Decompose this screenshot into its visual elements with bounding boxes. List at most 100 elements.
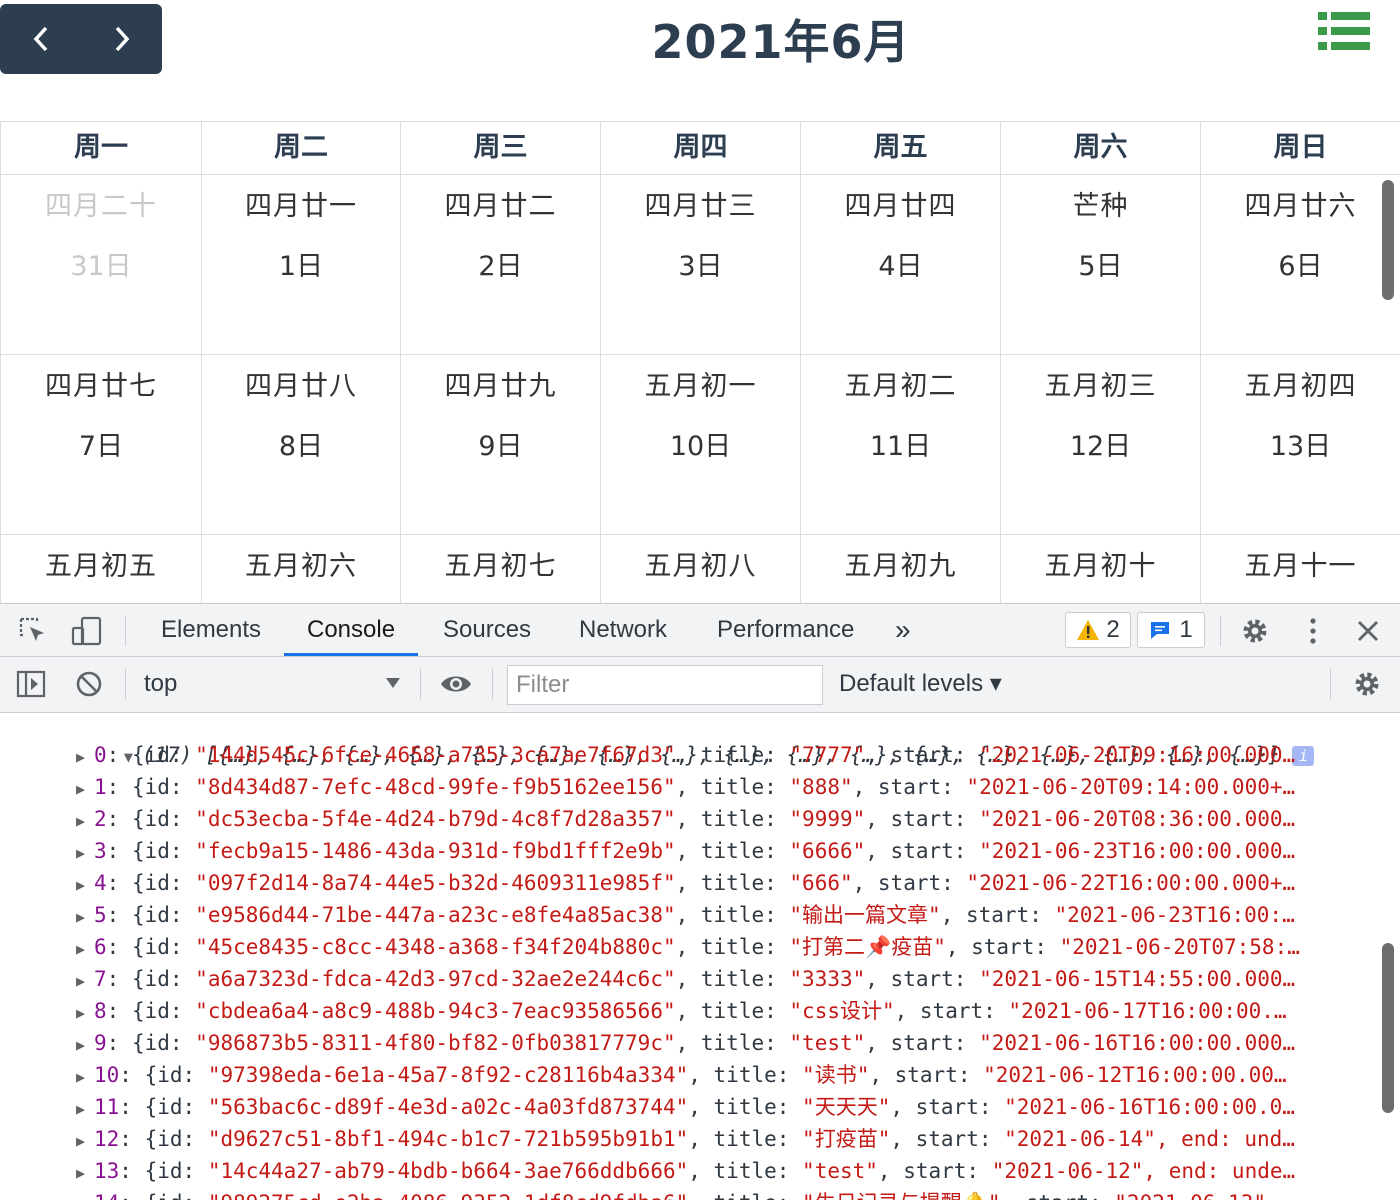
day-cell[interactable]: 五月初二 11日: [800, 355, 1000, 535]
expand-arrow-icon[interactable]: ▶: [76, 869, 94, 899]
entry-title: "7777": [789, 743, 866, 767]
week-row: 四月廿七 7日 四月廿八 8日 四月廿九 9日 五月初一 10日 五月初二 11日 五月初三 12日五…: [0, 355, 1400, 535]
list-view-icon[interactable]: [1318, 12, 1370, 50]
array-entry[interactable]: ▶ 12: {id: "d9627c51-8bf1-494c-b1c7-721b5…: [76, 1123, 1295, 1155]
expand-arrow-icon[interactable]: ▶: [76, 997, 94, 1027]
entry-title: "test": [789, 1031, 866, 1055]
expand-arrow-icon[interactable]: ▶: [76, 805, 94, 835]
day-cell[interactable]: 四月廿六 6日: [1200, 175, 1400, 355]
array-entry[interactable]: ▶ 9: {id: "986873b5-8311-4f80-bf82-0fb038…: [76, 1027, 1295, 1059]
day-cell[interactable]: 芒种 5日: [1000, 175, 1200, 355]
warnings-badge[interactable]: 2: [1065, 612, 1131, 648]
array-entry[interactable]: ▶ 3: {id: "fecb9a15-1486-43da-931d-f9bd1f…: [76, 835, 1295, 867]
entry-id: "dc53ecba-5f4e-4d24-b79d-4c8f7d28a357": [195, 807, 676, 831]
expand-arrow-icon[interactable]: ▶: [76, 1029, 94, 1059]
array-entry[interactable]: ▶ 4: {id: "097f2d14-8a74-44e5-b32d-460931…: [76, 867, 1295, 899]
entry-start: "2021-06-23T16:00:…: [1054, 903, 1295, 927]
lunar-date: 五月十一: [1244, 551, 1357, 582]
calendar-scrollbar[interactable]: [1382, 180, 1394, 300]
day-cell[interactable]: 四月廿一 1日: [201, 175, 400, 355]
eye-icon[interactable]: [439, 672, 473, 696]
day-cell[interactable]: 四月廿二 2日: [400, 175, 600, 355]
punctuation: : {: [119, 1095, 158, 1119]
messages-badge[interactable]: 1: [1137, 612, 1205, 648]
entry-index: 6: [94, 935, 107, 959]
key-label: , title:: [688, 1127, 803, 1151]
expand-arrow-icon[interactable]: ▶: [76, 933, 94, 963]
array-entry[interactable]: ▶14: {id: "989275cd-e2ba-4086-9352-1df8c…: [76, 1187, 1266, 1200]
entry-title: "生日记录与提醒🔔": [802, 1191, 1000, 1200]
day-cell[interactable]: 五月初一 10日: [600, 355, 800, 535]
console-scrollbar[interactable]: [1382, 943, 1394, 1113]
expand-arrow-icon[interactable]: ▶: [76, 773, 94, 803]
array-entry[interactable]: ▶ 8: {id: "cbdea6a4-a8c9-488b-94c3-7eac93…: [76, 995, 1287, 1027]
tab-performance[interactable]: Performance: [717, 604, 854, 656]
weekday-header: 周四: [600, 121, 800, 175]
weekday-header: 周五: [800, 121, 1000, 175]
day-cell[interactable]: 四月廿九 9日: [400, 355, 600, 535]
array-entry[interactable]: ▶ 0: {id: "144d545c-6fce-4658-a735-3ca7ae…: [76, 739, 1295, 771]
key-label: , title:: [688, 1191, 802, 1200]
day-cell[interactable]: 四月廿四 4日: [800, 175, 1000, 355]
expand-arrow-icon[interactable]: ▶: [76, 837, 94, 867]
array-entry[interactable]: ▶ 1: {id: "8d434d87-7efc-48cd-99fe-f9b516…: [76, 771, 1295, 803]
entry-tail: , start:: [894, 999, 1009, 1023]
lunar-date: 四月二十: [45, 191, 157, 222]
expand-arrow-icon[interactable]: ▶: [76, 1125, 94, 1155]
info-icon[interactable]: i: [1292, 746, 1315, 766]
close-icon[interactable]: [1356, 619, 1380, 643]
tab-elements[interactable]: Elements: [161, 604, 261, 656]
expand-arrow-icon[interactable]: ▶: [76, 741, 94, 771]
day-cell[interactable]: 五月初三 12日: [1000, 355, 1200, 535]
expand-arrow-icon[interactable]: ▶: [76, 965, 94, 995]
tab-sources[interactable]: Sources: [443, 604, 531, 656]
key-label: id:: [157, 1095, 208, 1119]
array-entry[interactable]: ▶ 11: {id: "563bac6c-d89f-4e3d-a02c-4a03f…: [76, 1091, 1295, 1123]
lunar-date: 四月廿九: [444, 371, 557, 402]
context-value: top: [144, 670, 178, 697]
array-entry[interactable]: ▶ 10: {id: "97398eda-6e1a-45a7-8f92-c2811…: [76, 1059, 1287, 1091]
devtools-tabbar: Elements Console Sources Network Performance…: [0, 603, 1400, 657]
punctuation: : {: [106, 871, 145, 895]
day-cell[interactable]: 四月二十 31日: [0, 175, 201, 355]
entry-start: "2021-06-20T09:14:00.000+…: [966, 775, 1296, 799]
weekday-header: 周日: [1200, 121, 1400, 175]
expand-arrow-icon[interactable]: ▶: [76, 1061, 94, 1091]
settings-gear-icon[interactable]: [1240, 616, 1270, 646]
filter-input[interactable]: [507, 665, 823, 705]
day-cell[interactable]: 四月廿七 7日: [0, 355, 201, 535]
lunar-date: 四月廿一: [245, 191, 357, 222]
array-entry[interactable]: ▶ 7: {id: "a6a7323d-fdca-42d3-97cd-32ae2e…: [76, 963, 1295, 995]
day-cell[interactable]: 四月廿八 8日: [201, 355, 400, 535]
sidebar-toggle-icon[interactable]: [16, 670, 46, 698]
array-entry[interactable]: ▶ 2: {id: "dc53ecba-5f4e-4d24-b79d-4c8f7d…: [76, 803, 1295, 835]
expand-arrow-icon[interactable]: ▶: [76, 901, 94, 931]
context-selector[interactable]: top: [130, 657, 405, 711]
log-levels-dropdown[interactable]: Default levels ▾: [839, 657, 1002, 711]
lunar-date: 五月初八: [644, 551, 757, 582]
more-tabs-button[interactable]: »: [895, 604, 911, 656]
expand-arrow-icon[interactable]: ▶: [76, 1157, 94, 1187]
console-settings-gear-icon[interactable]: [1352, 669, 1382, 699]
array-summary-line[interactable]: ▼ (17) [{…}, {…}, {…}, {…}, {…}, {…}, {…}…: [48, 713, 1315, 767]
array-entry[interactable]: ▶ 5: {id: "e9586d44-71be-447a-a23c-e8fe4a…: [76, 899, 1295, 931]
clear-console-icon[interactable]: [75, 670, 103, 698]
expand-arrow-icon[interactable]: ▶: [76, 1093, 94, 1123]
inspect-element-icon[interactable]: [18, 616, 48, 646]
tab-console[interactable]: Console: [284, 604, 419, 656]
day-cell[interactable]: 四月廿三 3日: [600, 175, 800, 355]
array-entry[interactable]: ▶ 6: {id: "45ce8435-c8cc-4348-a368-f34f20…: [76, 931, 1300, 963]
array-entry[interactable]: ▶ 13: {id: "14c44a27-ab79-4bdb-b664-3ae76…: [76, 1155, 1295, 1187]
day-cell[interactable]: 五月初四 13日: [1200, 355, 1400, 535]
lunar-date: 五月初九: [844, 551, 957, 582]
entry-index: 2: [94, 807, 107, 831]
entry-title: "9999": [789, 807, 866, 831]
more-options-icon[interactable]: [1302, 616, 1324, 646]
punctuation: : {: [106, 775, 145, 799]
entry-title: "3333": [789, 967, 866, 991]
weekday-header: 周三: [400, 121, 600, 175]
device-toolbar-icon[interactable]: [70, 616, 104, 646]
expand-arrow-icon[interactable]: ▶: [76, 1189, 94, 1200]
tab-network[interactable]: Network: [579, 604, 667, 656]
punctuation: : {: [106, 807, 145, 831]
